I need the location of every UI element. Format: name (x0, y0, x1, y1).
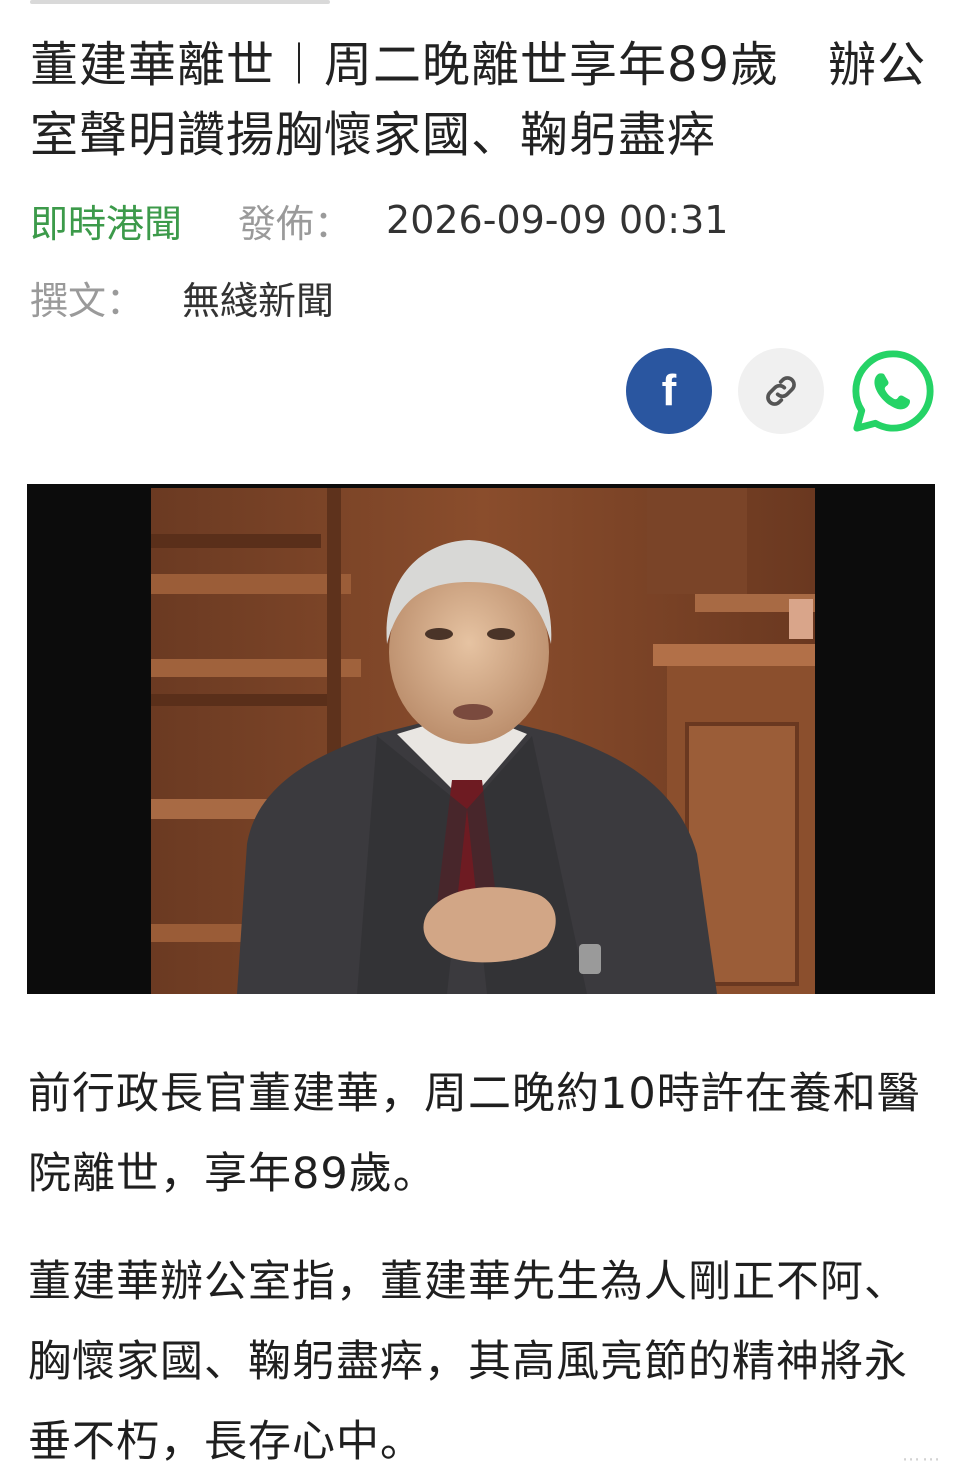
whatsapp-share-button[interactable] (850, 348, 936, 434)
published-label: 發佈： (238, 201, 353, 246)
facebook-icon: f (661, 366, 677, 415)
author-label: 撰文： (30, 278, 145, 323)
article-headline: 董建華離世︱周二晚離世享年89歲 辦公室聲明讚揚胸懷家國、鞠躬盡瘁 (30, 37, 927, 163)
author-name: 無綫新聞 (182, 278, 335, 323)
article-paragraph: 董建華辦公室指，董建華先生為人剛正不阿、胸懷家國、鞠躬盡瘁，其高風亮節的精神將永… (28, 1257, 908, 1467)
article-meta: 即時港聞 發佈： 2026-09-09 00:31 (30, 193, 728, 247)
article-paragraph: 前行政長官董建華，周二晚約10時許在養和醫院離世，享年89歲。 (28, 1069, 921, 1199)
article-byline: 撰文： 無綫新聞 (30, 270, 334, 324)
published-datetime: 2026-09-09 00:31 (386, 198, 729, 242)
article-photo (27, 484, 935, 994)
copy-link-button[interactable] (738, 348, 824, 434)
photo-illustration (27, 484, 935, 994)
watermark: ⋯⋯ (902, 1449, 942, 1470)
top-divider (30, 0, 330, 4)
facebook-share-button[interactable]: f (626, 348, 712, 434)
whatsapp-icon (852, 350, 934, 432)
source-category-link[interactable]: 即時港聞 (30, 193, 182, 248)
share-bar: f (600, 348, 936, 434)
link-icon (766, 376, 796, 406)
